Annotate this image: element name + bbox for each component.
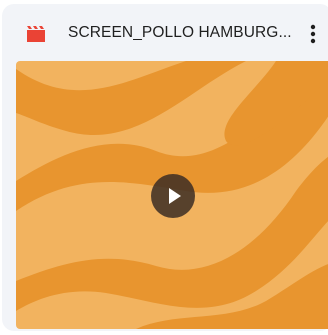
video-file-icon: [26, 25, 46, 43]
file-title[interactable]: SCREEN_POLLO HAMBURG...: [68, 23, 292, 43]
file-card[interactable]: SCREEN_POLLO HAMBURG...: [2, 4, 328, 331]
play-icon: [169, 188, 181, 204]
play-button[interactable]: [151, 174, 195, 218]
more-vert-icon: [310, 24, 316, 44]
file-card-header: SCREEN_POLLO HAMBURG...: [2, 4, 328, 60]
more-options-button[interactable]: [300, 20, 326, 48]
video-thumbnail[interactable]: [16, 61, 328, 329]
